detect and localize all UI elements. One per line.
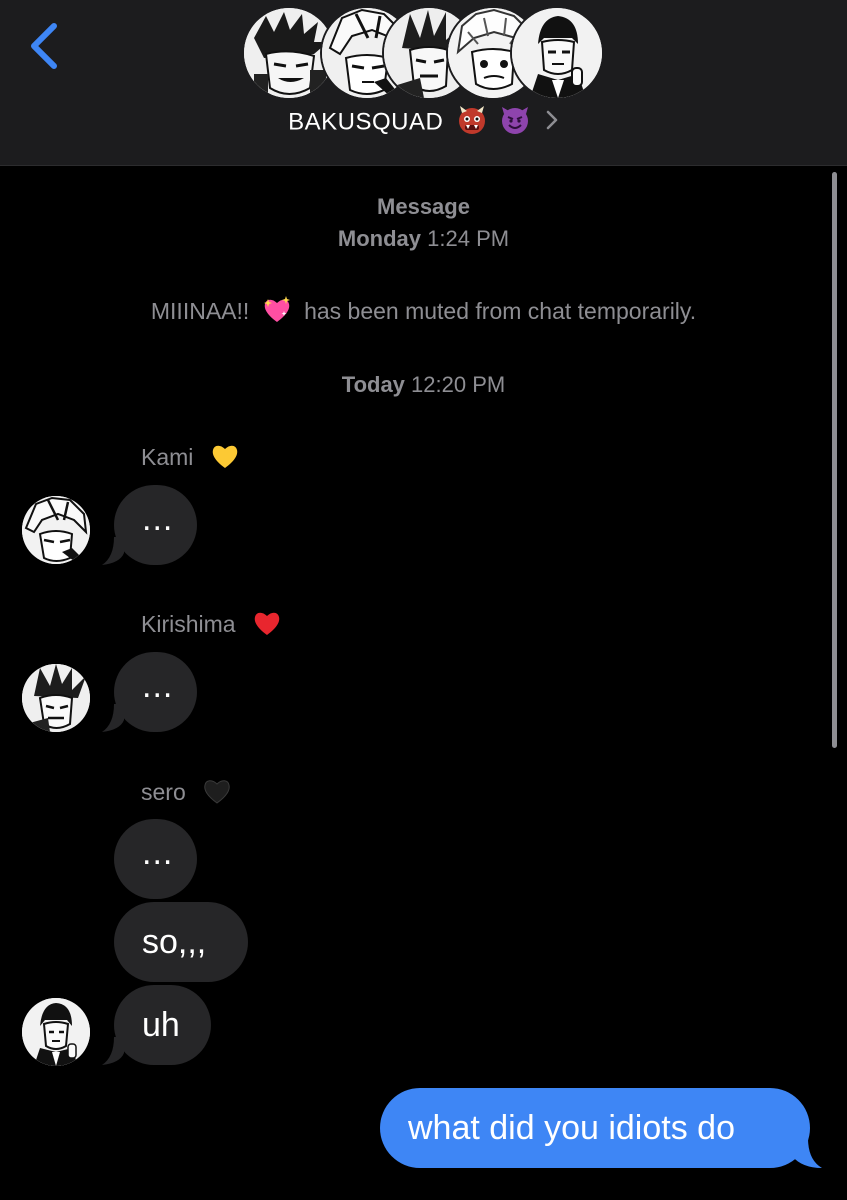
scrollbar[interactable] [832, 172, 837, 748]
system-note-name: MIIINAA!! [150, 298, 250, 325]
sender-name-sero: sero [141, 779, 232, 809]
chevron-right-icon [546, 110, 558, 130]
group-title[interactable]: BAKUSQUAD [0, 106, 847, 138]
group-name: BAKUSQUAD [288, 108, 444, 136]
message-bubble[interactable]: ... [114, 819, 197, 899]
system-note-text: has been muted from chat temporarily. [304, 298, 697, 325]
back-button[interactable] [22, 18, 72, 74]
smiling-imp-emoji-icon [501, 107, 528, 134]
member-avatar-5 [512, 8, 602, 98]
bubble-tail [102, 1037, 124, 1065]
message-bubble[interactable]: so,,, [114, 902, 248, 982]
bubble-tail [102, 537, 124, 565]
outgoing-bubble-tail [792, 1138, 822, 1168]
red-heart-emoji-icon [254, 612, 280, 635]
sparkling-heart-emoji-icon [263, 296, 290, 322]
avatar-kirishima[interactable] [22, 664, 90, 732]
black-heart-emoji-icon [204, 780, 230, 804]
earlier-message-label: Message [377, 194, 470, 219]
group-avatars[interactable] [244, 8, 604, 100]
conversation-header: BAKUSQUAD [0, 0, 847, 166]
earlier-timestamp: Monday 1:24 PM [337, 226, 510, 251]
sender-name-kami: Kami [141, 444, 240, 474]
avatar-sero[interactable] [22, 998, 90, 1066]
avatar-kami[interactable] [22, 496, 90, 564]
system-note: MIIINAA!! has been muted from chat tempo… [0, 296, 847, 328]
chevron-left-icon [31, 23, 57, 69]
today-timestamp: Today 12:20 PM [341, 372, 506, 397]
ogre-emoji-icon [458, 106, 485, 134]
yellow-heart-emoji-icon [212, 445, 238, 468]
member-avatar-1 [244, 8, 334, 98]
outgoing-message-bubble[interactable]: what did you idiots do [380, 1088, 810, 1168]
sender-name-kirishima: Kirishima [141, 611, 282, 641]
bubble-tail [102, 704, 124, 732]
